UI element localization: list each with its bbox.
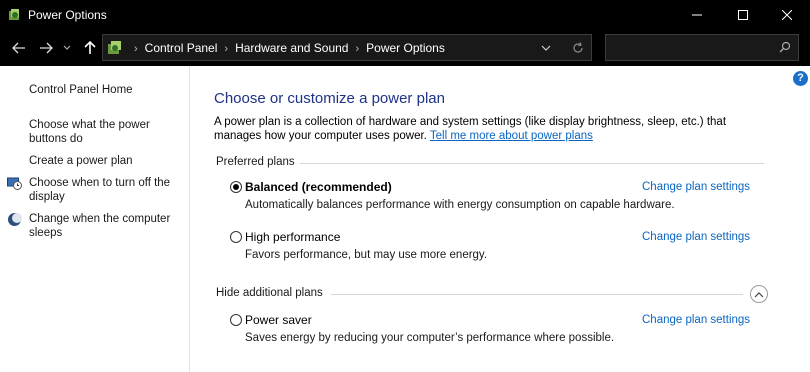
plan-name-high-performance[interactable]: High performance <box>245 230 340 244</box>
control-panel-home-link[interactable]: Control Panel Home <box>29 83 133 97</box>
breadcrumb-control-panel[interactable]: Control Panel <box>145 41 218 55</box>
divider <box>300 163 764 164</box>
breadcrumb-power-options[interactable]: Power Options <box>366 41 445 55</box>
learn-more-link[interactable]: Tell me more about power plans <box>430 130 593 142</box>
display-clock-icon <box>7 177 22 190</box>
forward-button[interactable] <box>36 38 56 58</box>
power-options-icon <box>9 9 19 20</box>
sidebar-item-create-plan[interactable]: Create a power plan <box>29 154 133 168</box>
close-button[interactable] <box>764 0 810 30</box>
maximize-icon <box>738 10 748 20</box>
back-button[interactable] <box>9 38 29 58</box>
navigation-bar: › Control Panel › Hardware and Sound › Power … <box>0 30 810 66</box>
chevron-up-icon <box>754 291 764 297</box>
chevron-down-icon <box>63 45 71 50</box>
up-button[interactable] <box>80 38 100 58</box>
hide-additional-plans-label[interactable]: Hide additional plans <box>216 287 323 299</box>
window-title: Power Options <box>28 8 107 22</box>
close-icon <box>782 10 792 20</box>
change-plan-settings-high-performance-link[interactable]: Change plan settings <box>642 231 750 243</box>
breadcrumb: › Control Panel › Hardware and Sound › Power … <box>127 41 445 55</box>
preferred-plans-label: Preferred plans <box>216 156 295 168</box>
breadcrumb-hardware-and-sound[interactable]: Hardware and Sound <box>235 41 348 55</box>
forward-arrow-icon <box>40 42 53 54</box>
change-plan-settings-balanced-link[interactable]: Change plan settings <box>642 181 750 193</box>
back-arrow-icon <box>12 42 25 54</box>
divider <box>331 294 743 295</box>
breadcrumb-separator[interactable]: › <box>355 43 359 55</box>
up-arrow-icon <box>84 41 96 54</box>
address-bar[interactable]: › Control Panel › Hardware and Sound › Power … <box>102 34 592 61</box>
intro-text: A power plan is a collection of hardware… <box>214 115 774 143</box>
title-bar: Power Options <box>0 0 810 30</box>
plan-description-power-saver: Saves energy by reducing your computer’s… <box>245 332 615 344</box>
chevron-down-icon[interactable] <box>539 41 553 55</box>
breadcrumb-separator[interactable]: › <box>224 43 228 55</box>
search-icon[interactable] <box>779 41 791 53</box>
plan-description-balanced: Automatically balances performance with … <box>245 199 675 211</box>
collapse-additional-plans-button[interactable] <box>750 285 768 303</box>
plan-name-power-saver[interactable]: Power saver <box>245 313 312 327</box>
minimize-button[interactable] <box>674 0 720 30</box>
page-title: Choose or customize a power plan <box>214 90 445 107</box>
search-box[interactable] <box>605 34 799 61</box>
maximize-button[interactable] <box>720 0 766 30</box>
radio-high-performance[interactable] <box>230 231 242 243</box>
moon-sleep-icon <box>8 213 22 226</box>
refresh-icon[interactable] <box>571 41 585 55</box>
breadcrumb-separator: › <box>134 43 138 55</box>
radio-balanced[interactable] <box>230 181 242 193</box>
sidebar-item-display-off[interactable]: Choose when to turn off the display <box>29 176 179 204</box>
plan-description-high-performance: Favors performance, but may use more ene… <box>245 249 488 261</box>
radio-power-saver[interactable] <box>230 314 242 326</box>
recent-locations-button[interactable] <box>60 38 74 58</box>
power-options-icon <box>108 41 121 54</box>
minimize-icon <box>692 14 702 16</box>
plan-name-balanced[interactable]: Balanced (recommended) <box>245 180 392 194</box>
sidebar-item-sleep[interactable]: Change when the computer sleeps <box>29 212 179 240</box>
help-icon[interactable]: ? <box>793 71 808 86</box>
sidebar-item-power-buttons[interactable]: Choose what the power buttons do <box>29 118 169 146</box>
change-plan-settings-power-saver-link[interactable]: Change plan settings <box>642 314 750 326</box>
